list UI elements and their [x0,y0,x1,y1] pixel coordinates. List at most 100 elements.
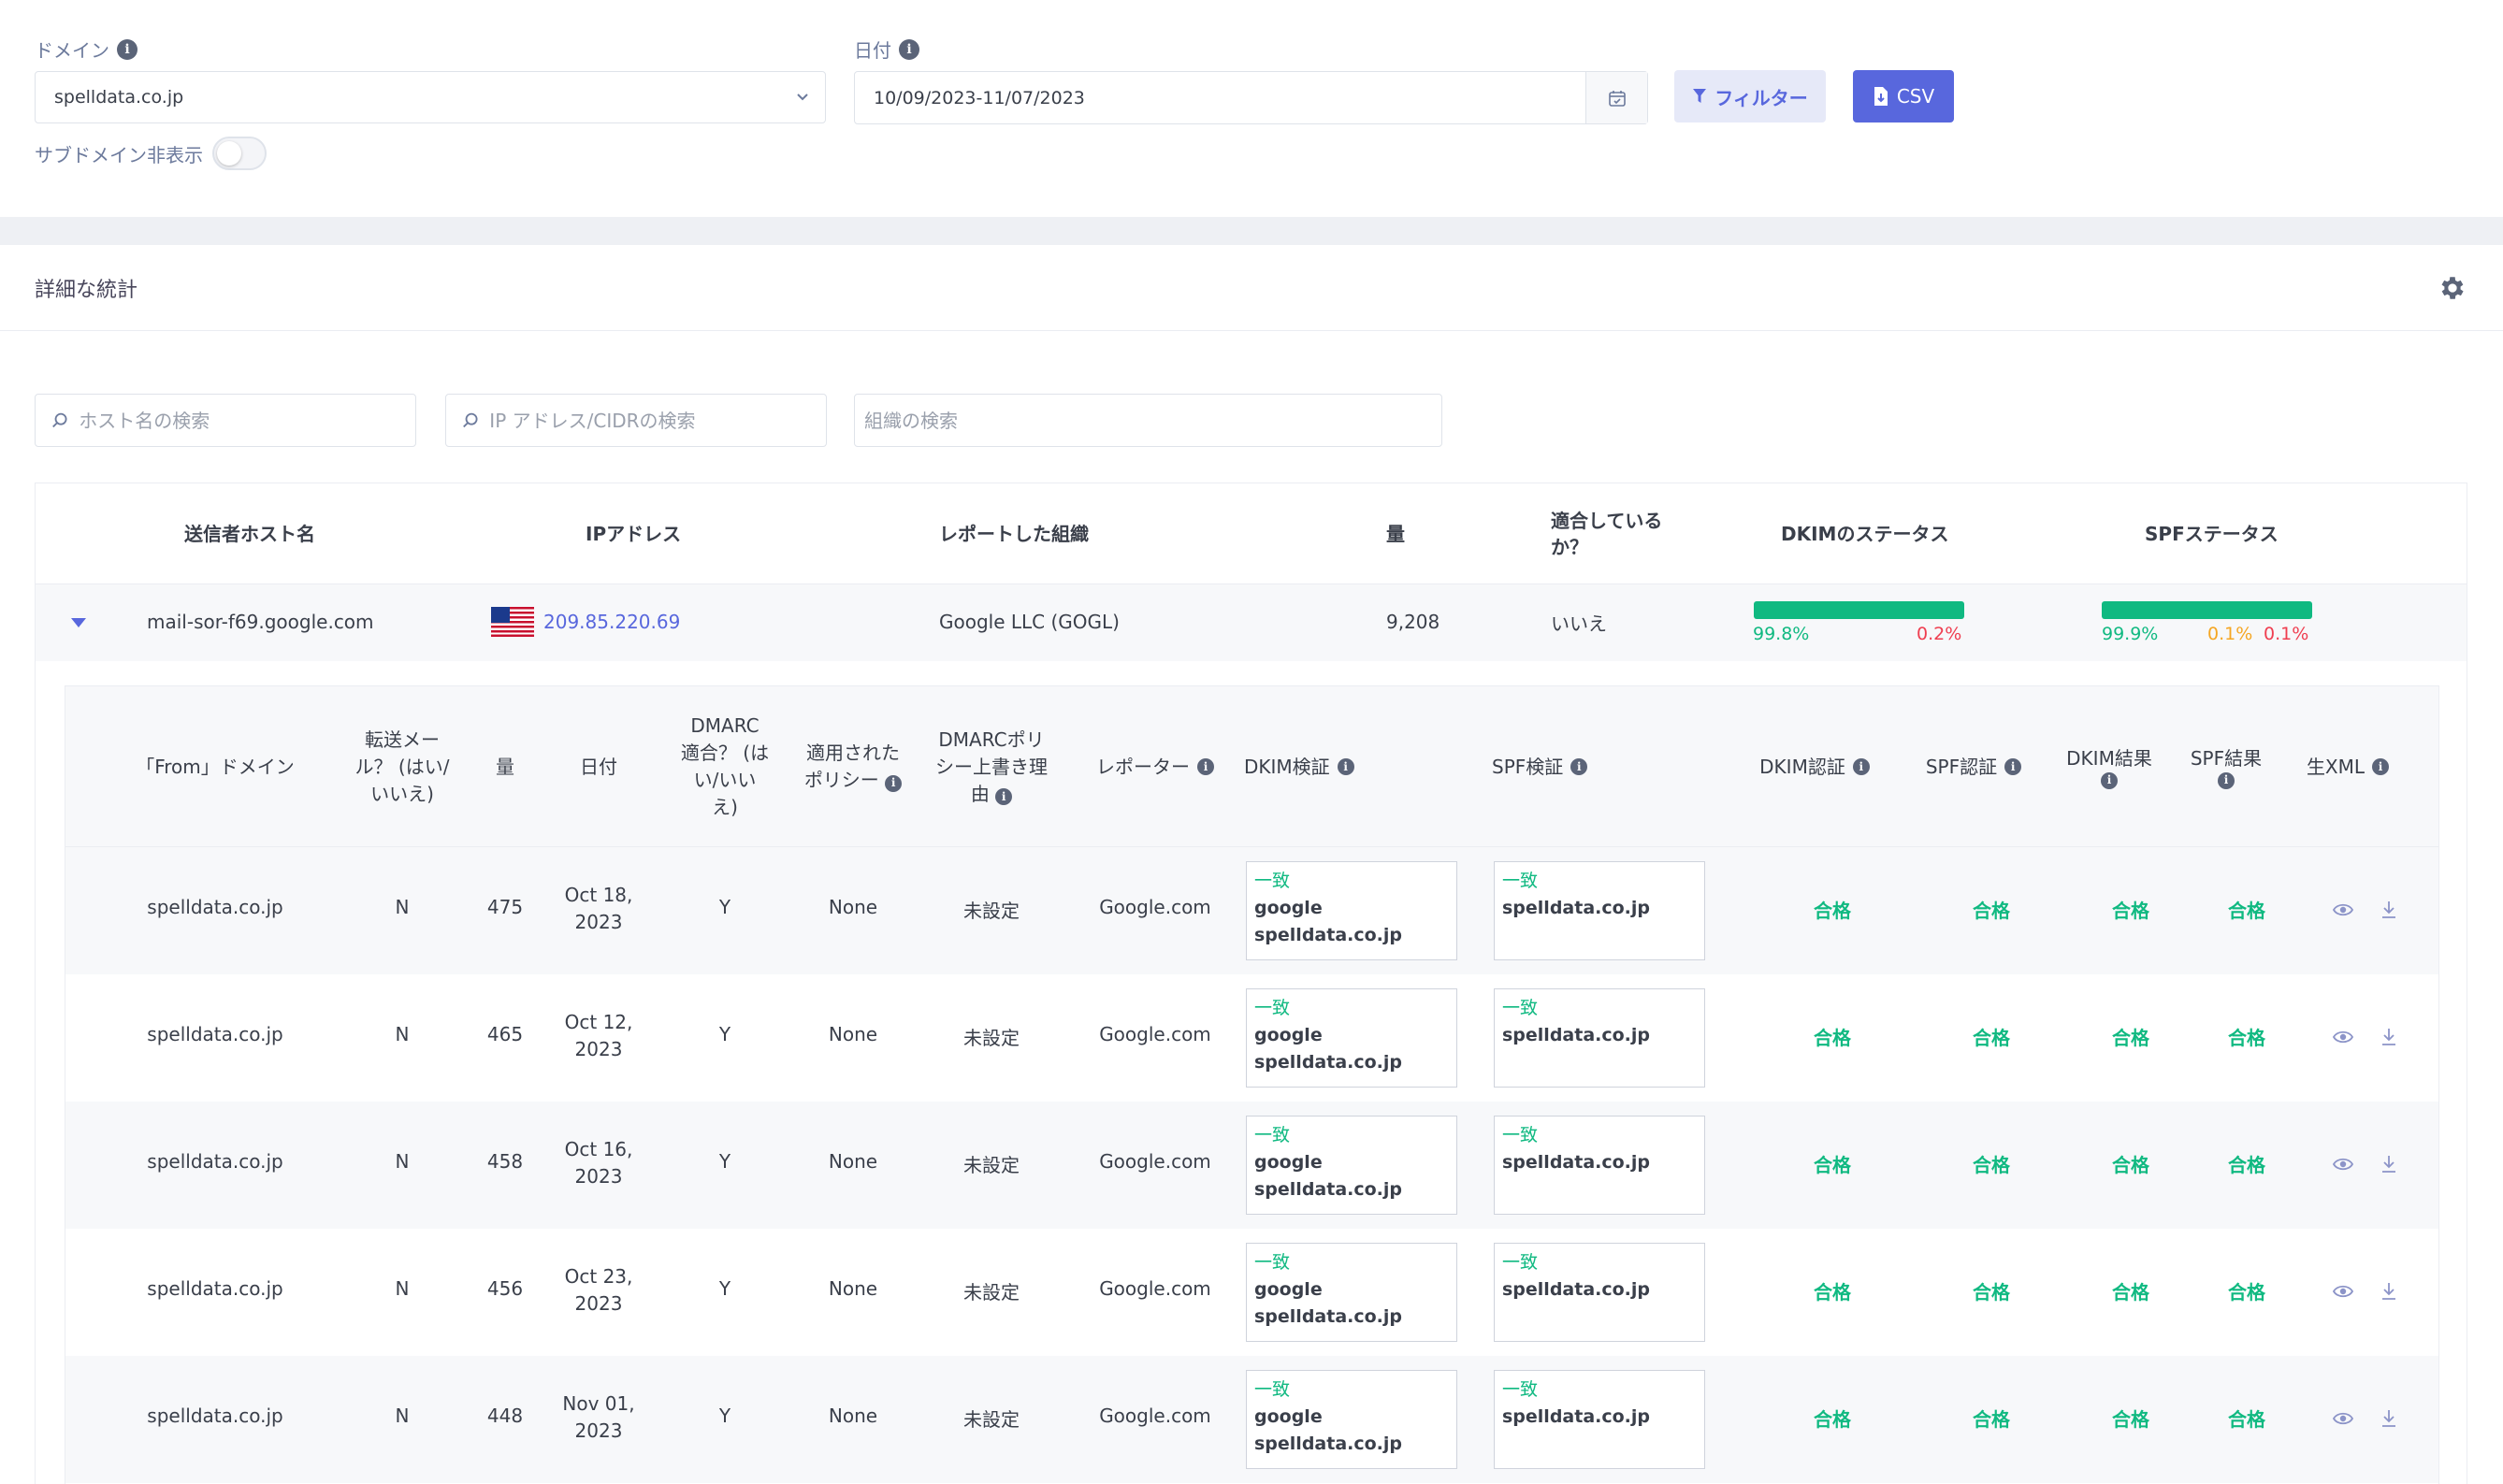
col-dkim-verify[interactable]: DKIM検証 i [1244,686,1375,847]
download-icon[interactable] [2379,900,2399,920]
org-search-input[interactable] [864,409,1441,432]
gear-icon[interactable] [2438,273,2467,303]
filter-panel: ドメイン i spelldata.co.jp 日付 i 10/09/2023-1… [0,0,2503,217]
download-icon[interactable] [2379,1408,2399,1429]
download-icon[interactable] [2379,1154,2399,1174]
ip-search-input[interactable] [489,409,826,432]
row-from-domain: spelldata.co.jp [147,1277,283,1300]
date-label: 日付 i [854,36,919,63]
csv-button[interactable]: CSV [1853,70,1954,122]
filter-button[interactable]: フィルター [1674,70,1826,122]
row-dkim-result: 合格 [2112,900,2149,922]
row-dkim-auth: 合格 [1814,1281,1851,1304]
info-icon[interactable]: i [995,788,1013,805]
spf-status-bar [2102,601,2312,619]
info-icon[interactable]: i [1337,758,1354,775]
col-host[interactable]: 送信者ホスト名 [184,521,315,547]
row-date-line1: Oct 23, [564,1265,633,1288]
info-icon[interactable]: i [2372,758,2390,775]
row-reporter: Google.com [1099,1150,1211,1173]
col-dmarc-compliant[interactable]: DMARC 適合？ (は い/いい え) [673,686,776,847]
subdomain-toggle[interactable] [212,137,267,170]
info-icon[interactable]: i [885,774,903,792]
row-override: 未設定 [963,900,1020,922]
table-row: spelldata.co.jp N 456 Oct 23, 2023 Y Non… [65,1229,2438,1356]
domain-select[interactable]: spelldata.co.jp [35,71,826,123]
search-icon [52,412,67,427]
row-from-domain: spelldata.co.jp [147,1405,283,1427]
eye-icon[interactable] [2333,1154,2353,1174]
col-from-domain[interactable]: 「From」ドメイン [122,686,309,847]
row-dmarc: Y [718,1277,731,1300]
col-raw-xml-text: 生XML [2306,755,2366,778]
col-reporter[interactable]: レポーター i [1080,686,1230,847]
row-from-domain: spelldata.co.jp [147,896,283,918]
calendar-button[interactable] [1585,72,1647,123]
col-forwarded[interactable]: 転送メー ル？ (はい/ いいえ) [346,686,458,847]
dkim-match-text: 一致 [1254,1125,1291,1145]
ip-search[interactable] [445,394,827,447]
info-icon[interactable]: i [2218,771,2235,789]
col-compliant[interactable]: 適合している か？ [1551,508,1662,560]
row-dmarc: Y [718,1023,731,1045]
col-volume[interactable]: 量 [472,686,538,847]
dkim-status-bar [1754,601,1964,619]
info-icon[interactable]: i [1852,758,1870,775]
row-dkim-auth: 合格 [1814,1154,1851,1176]
eye-icon[interactable] [2333,1281,2353,1302]
col-policy-line1: 適用された [806,742,900,764]
row-reporter: Google.com [1099,1277,1211,1300]
col-override[interactable]: DMARCポリ シー上書き理 由 i [921,686,1062,847]
col-raw-xml[interactable]: 生XML i [2296,686,2399,847]
eye-icon[interactable] [2333,1027,2353,1047]
row-dmarc: Y [718,1150,731,1173]
detail-table: 「From」ドメイン 転送メー ル？ (はい/ いいえ) 量 日付 DMARC … [65,685,2439,1484]
col-date[interactable]: 日付 [552,686,645,847]
info-icon[interactable]: i [1570,758,1588,775]
col-spf-verify[interactable]: SPF検証 i [1492,686,1623,847]
col-spf-verify-text: SPF検証 [1492,755,1564,778]
col-dkim-auth-text: DKIM認証 [1759,755,1845,778]
col-spf-result[interactable]: SPF結果 i [2175,686,2278,847]
col-spf-auth[interactable]: SPF認証 i [1913,686,2034,847]
date-range-input[interactable]: 10/09/2023-11/07/2023 [854,71,1648,124]
dkim-verify-box: 一致 google spelldata.co.jp [1246,1370,1457,1469]
col-forwarded-line2: ル？ (はい/ [354,755,450,778]
col-spf-status[interactable]: SPFステータス [2145,521,2279,547]
hostname-search-input[interactable] [79,409,415,432]
spf-verify-box: 一致 spelldata.co.jp [1494,1116,1705,1215]
col-org[interactable]: レポートした組織 [939,521,1089,547]
download-icon[interactable] [2379,1281,2399,1302]
filter-button-label: フィルター [1714,86,1808,109]
col-dkim-result[interactable]: DKIM結果 i [2058,686,2161,847]
col-volume[interactable]: 量 [1386,521,1405,547]
hostname-search[interactable] [35,394,416,447]
org-search[interactable] [854,394,1442,447]
table-row[interactable]: mail-sor-f69.google.com 209.85.220.69 Go… [36,584,2467,661]
row-ip-link[interactable]: 209.85.220.69 [543,611,680,633]
info-icon[interactable]: i [1197,758,1214,775]
caret-down-icon[interactable] [71,618,86,627]
dkim-domain: spelldata.co.jp [1254,1434,1403,1454]
dkim-match-text: 一致 [1254,998,1291,1018]
info-icon[interactable]: i [2004,758,2022,775]
dkim-verify-box: 一致 google spelldata.co.jp [1246,988,1457,1088]
row-org: Google LLC (GOGL) [939,611,1120,633]
dkim-verify-box: 一致 google spelldata.co.jp [1246,1116,1457,1215]
col-dkim-status[interactable]: DKIMのステータス [1781,521,1948,547]
spf-verify-box: 一致 spelldata.co.jp [1494,988,1705,1088]
spf-domain: spelldata.co.jp [1502,1152,1651,1173]
col-policy[interactable]: 適用された ポリシー i [792,686,914,847]
info-icon[interactable]: i [899,38,919,60]
eye-icon[interactable] [2333,1408,2353,1429]
dkim-domain: spelldata.co.jp [1254,925,1403,945]
col-dkim-auth[interactable]: DKIM認証 i [1749,686,1880,847]
info-icon[interactable]: i [2101,771,2118,789]
col-ip[interactable]: IPアドレス [586,521,681,547]
download-icon[interactable] [2379,1027,2399,1047]
spf-match-text: 一致 [1502,871,1539,891]
info-icon[interactable]: i [117,38,137,60]
dkim-selector: google [1254,1152,1323,1173]
row-forwarded: N [395,896,410,918]
eye-icon[interactable] [2333,900,2353,920]
